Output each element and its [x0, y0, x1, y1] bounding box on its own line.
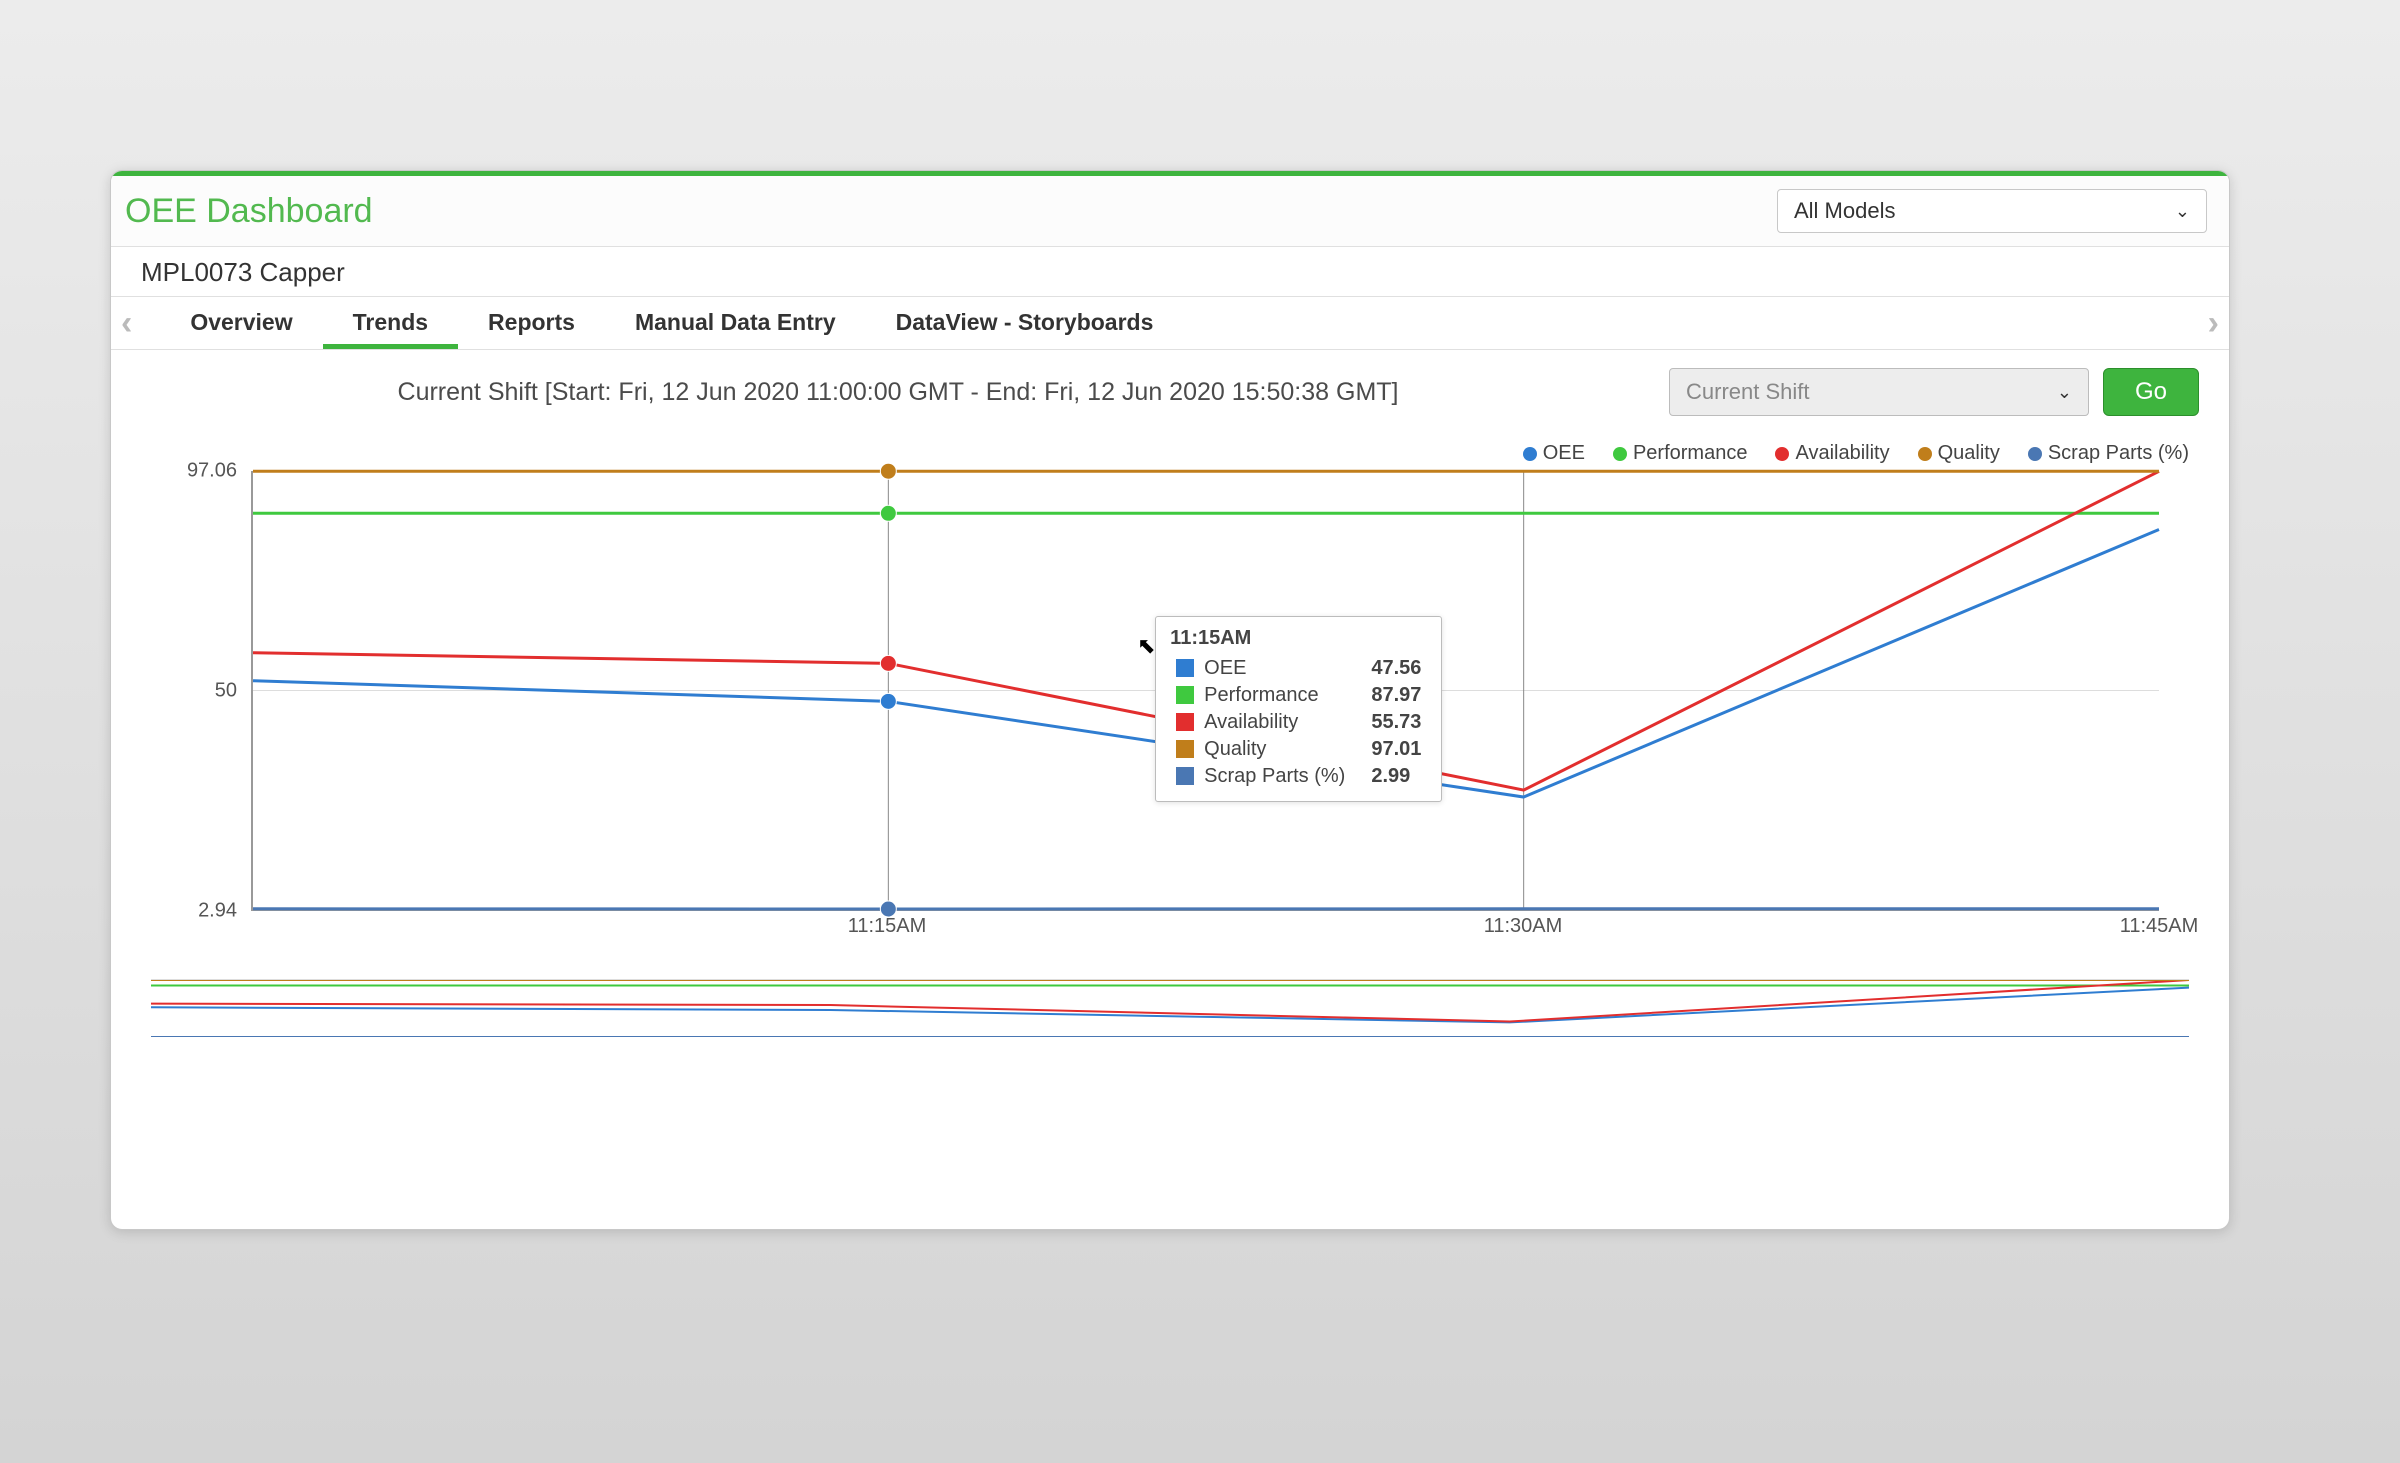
legend-dot: [1918, 447, 1932, 461]
shift-dropdown-placeholder: Current Shift: [1686, 379, 1810, 405]
legend-item-oee[interactable]: OEE: [1523, 442, 1585, 465]
legend-item-availability[interactable]: Availability: [1775, 442, 1889, 465]
tooltip-table: OEE47.56 Performance87.97 Availability55…: [1170, 654, 1427, 791]
go-button-label: Go: [2135, 378, 2167, 406]
chart-legend: OEE Performance Availability Quality Scr…: [111, 424, 2229, 467]
chart-area[interactable]: 97.06 50 2.94 11:15AM OEE47.56 Performan…: [151, 471, 2189, 951]
tab-overview[interactable]: Overview: [160, 297, 322, 349]
tabs-scroll-right-icon[interactable]: ›: [2198, 300, 2229, 347]
tab-trends[interactable]: Trends: [323, 297, 458, 349]
machine-name: MPL0073 Capper: [111, 247, 2229, 297]
x-tick: 11:30AM: [1484, 915, 1563, 938]
legend-dot: [2028, 447, 2042, 461]
tabs-scroll-left-icon[interactable]: ‹: [111, 300, 142, 347]
legend-label: Availability: [1795, 442, 1889, 465]
models-dropdown-value: All Models: [1794, 198, 1895, 224]
chevron-down-icon: ⌄: [2175, 201, 2190, 222]
legend-item-quality[interactable]: Quality: [1918, 442, 2000, 465]
legend-label: OEE: [1543, 442, 1585, 465]
legend-label: Quality: [1938, 442, 2000, 465]
models-dropdown[interactable]: All Models ⌄: [1777, 189, 2207, 233]
x-axis-labels: 11:15AM 11:30AM 11:45AM: [251, 915, 2159, 951]
x-tick: 11:15AM: [848, 915, 927, 938]
y-tick: 2.94: [198, 900, 237, 923]
legend-item-performance[interactable]: Performance: [1613, 442, 1748, 465]
legend-dot: [1613, 447, 1627, 461]
chart-tooltip: 11:15AM OEE47.56 Performance87.97 Availa…: [1155, 616, 1442, 802]
legend-dot: [1523, 447, 1537, 461]
tooltip-time: 11:15AM: [1170, 627, 1427, 650]
title-bar: OEE Dashboard All Models ⌄: [111, 176, 2229, 247]
chart-minimap[interactable]: [151, 979, 2189, 1037]
tab-reports[interactable]: Reports: [458, 297, 605, 349]
legend-label: Scrap Parts (%): [2048, 442, 2189, 465]
shift-controls: Current Shift [Start: Fri, 12 Jun 2020 1…: [111, 350, 2229, 424]
y-tick: 97.06: [187, 460, 237, 483]
legend-dot: [1775, 447, 1789, 461]
page-title: OEE Dashboard: [125, 192, 373, 231]
tab-row: ‹ Overview Trends Reports Manual Data En…: [111, 297, 2229, 350]
y-axis-labels: 97.06 50 2.94: [151, 471, 243, 911]
plot-region[interactable]: 11:15AM OEE47.56 Performance87.97 Availa…: [251, 471, 2159, 911]
dashboard-window: OEE Dashboard All Models ⌄ MPL0073 Cappe…: [110, 170, 2230, 1230]
legend-label: Performance: [1633, 442, 1748, 465]
minimap-svg: [151, 980, 2189, 1037]
x-tick: 11:45AM: [2120, 915, 2199, 938]
tabs: Overview Trends Reports Manual Data Entr…: [142, 297, 1183, 349]
shift-range-label: Current Shift [Start: Fri, 12 Jun 2020 1…: [141, 378, 1655, 407]
shift-dropdown[interactable]: Current Shift ⌄: [1669, 368, 2089, 416]
chevron-down-icon: ⌄: [2057, 382, 2072, 403]
y-tick: 50: [215, 680, 237, 703]
legend-item-scrap[interactable]: Scrap Parts (%): [2028, 442, 2189, 465]
tab-manual-data-entry[interactable]: Manual Data Entry: [605, 297, 866, 349]
go-button[interactable]: Go: [2103, 368, 2199, 416]
tab-dataview-storyboards[interactable]: DataView - Storyboards: [866, 297, 1184, 349]
